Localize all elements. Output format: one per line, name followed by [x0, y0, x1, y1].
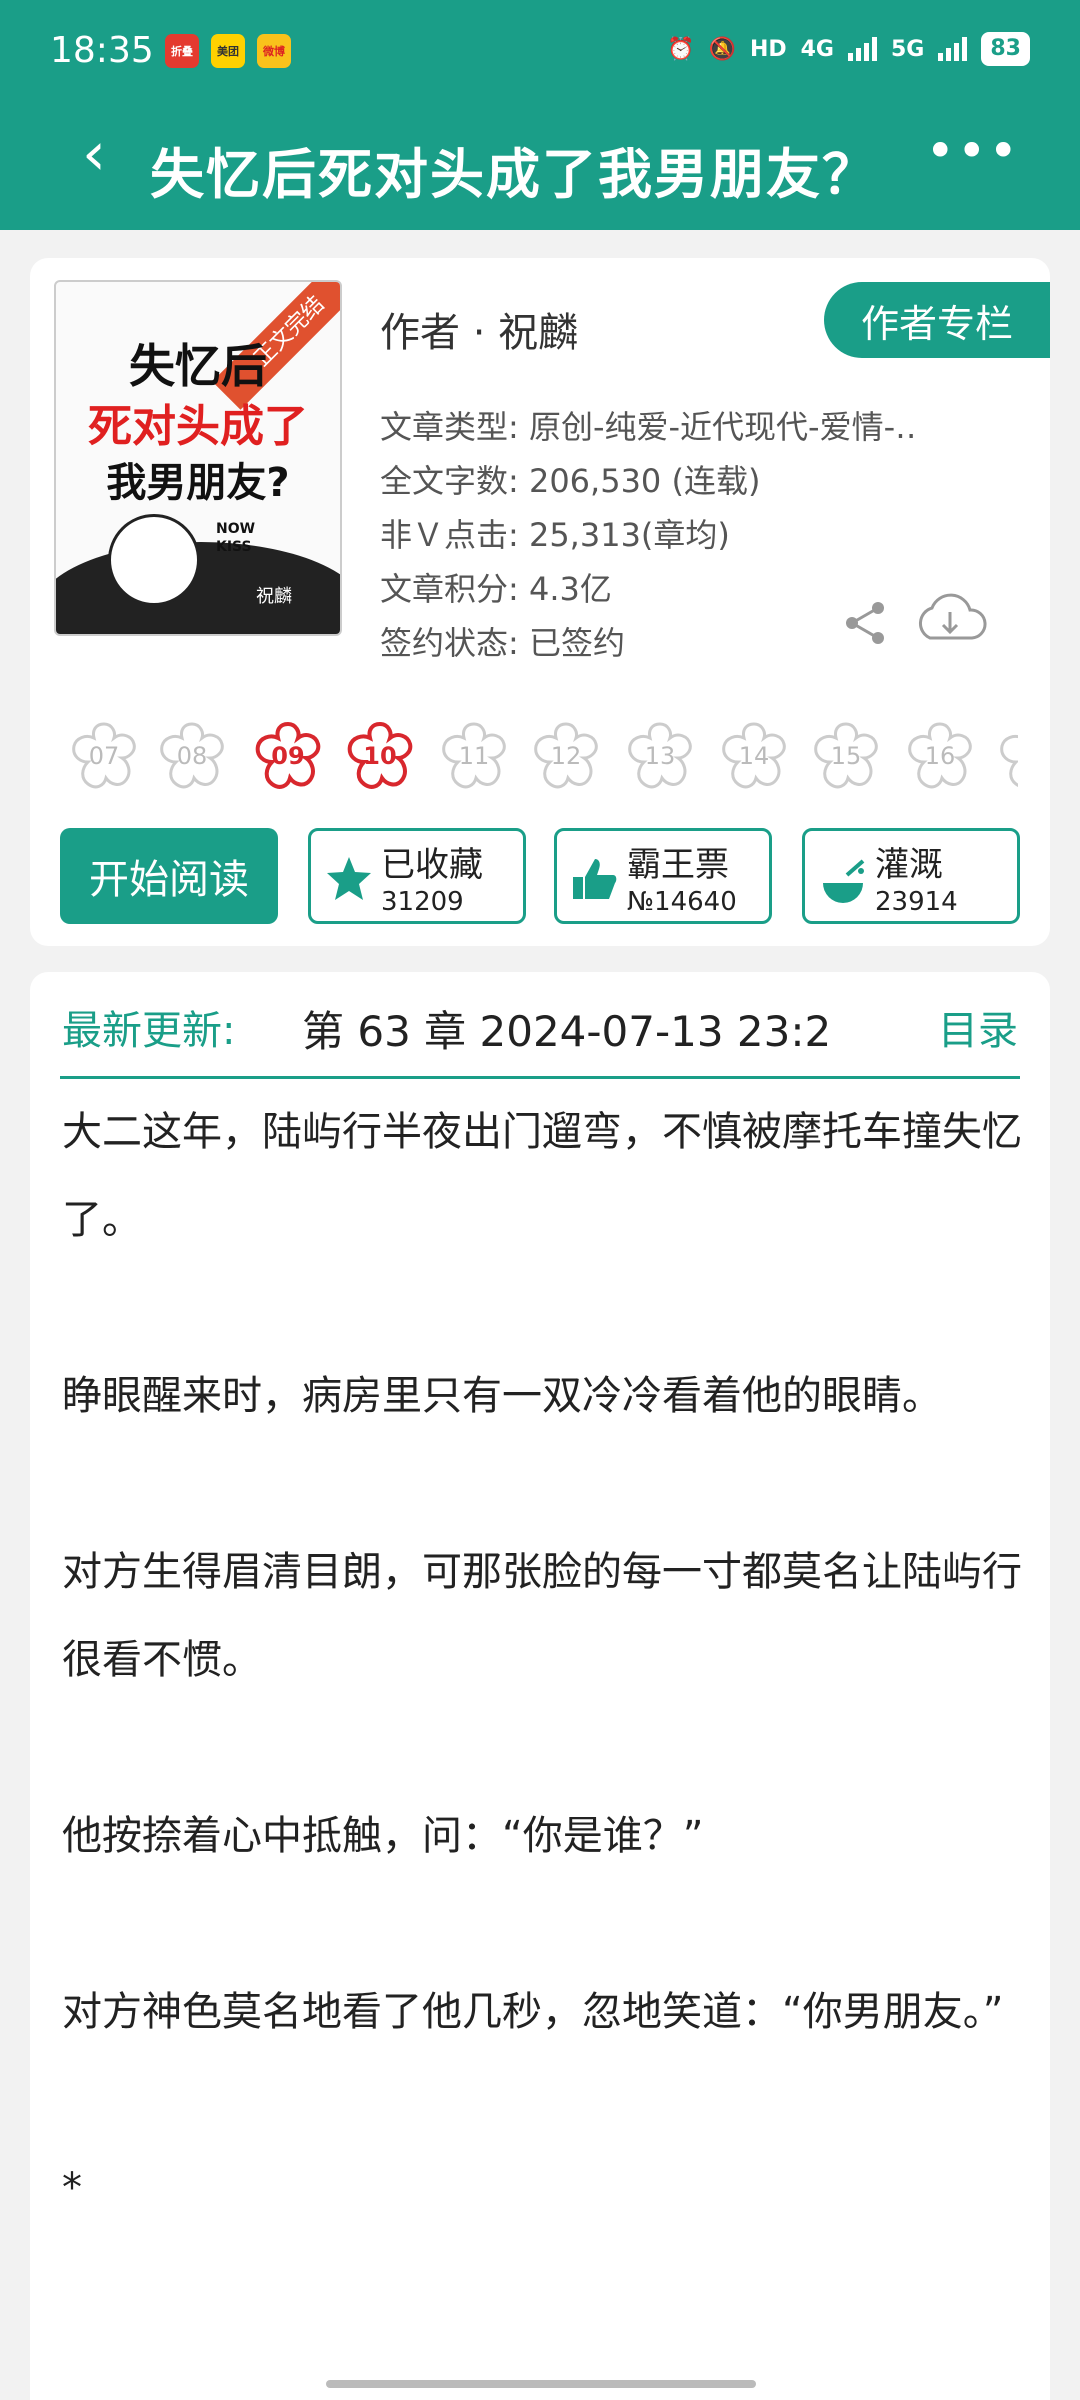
flower-11[interactable]: 11 — [436, 718, 512, 794]
cover-title-line2: 死对头成了 — [88, 401, 308, 452]
favorite-count: 31209 — [381, 887, 464, 917]
latest-update-marquee[interactable]: 第 63 章 2024-07-13 23:2 — [302, 998, 902, 1059]
vote-button[interactable]: 霸王票 №14640 — [554, 828, 772, 924]
watering-icon — [823, 859, 865, 903]
flower-14[interactable]: 14 — [716, 718, 792, 794]
star-icon — [327, 857, 371, 900]
flower-16-label: 16 — [924, 742, 956, 770]
vote-count: №14640 — [627, 887, 737, 917]
flower-16[interactable]: 16 — [902, 718, 978, 794]
meta-type: 文章类型: 原创-纯爱-近代现代-爱情-‥ — [380, 408, 917, 446]
signal-icon — [848, 37, 877, 61]
intro-paragraph: 对方神色莫名地看了他几秒，忽地笑道：“你男朋友。” — [62, 1989, 1004, 2035]
more-dots-icon[interactable]: ••• — [926, 122, 1020, 180]
start-reading-button[interactable]: 开始阅读 — [60, 828, 278, 924]
network-4g-label: 4G — [800, 36, 834, 62]
intro-card: 最新更新: 第 63 章 2024-07-13 23:2 目录 大二这年，陆屿行… — [30, 972, 1050, 2400]
flower-15-label: 15 — [830, 742, 862, 770]
intro-paragraph: 对方生得眉清目朗，可那张脸的每一寸都莫名让陆屿行很看不惯。 — [62, 1549, 1022, 1683]
cover-title-line3: 我男朋友? — [106, 460, 290, 506]
vote-label: 霸王票 — [627, 845, 729, 885]
intro-paragraph: 睁眼醒来时，病房里只有一双冷冷看着他的眼睛。 — [62, 1373, 942, 1419]
intro-paragraph: 大二这年，陆屿行半夜出门遛弯，不慎被摩托车撞失忆了。 — [62, 1109, 1022, 1243]
author-column-button[interactable]: 作者专栏 — [824, 282, 1050, 358]
intro-text: 大二这年，陆屿行半夜出门遛弯，不慎被摩托车撞失忆了。 睁眼醒来时，病房里只有一双… — [62, 1088, 1022, 2232]
flower-08-label: 08 — [176, 742, 208, 770]
signal-icon-2 — [938, 37, 968, 61]
notification-icons: 折叠 美团 微博 — [165, 34, 291, 68]
flower-partial — [994, 718, 1018, 794]
hd-icon: HD — [749, 36, 787, 62]
flower-07-label: 07 — [88, 742, 120, 770]
cover-title-line1: 失忆后 — [129, 339, 267, 393]
flower-15[interactable]: 15 — [808, 718, 884, 794]
back-chevron-icon[interactable]: ‹ — [82, 124, 106, 184]
flower-12-label: 12 — [550, 742, 582, 770]
favorite-button[interactable]: 已收藏 31209 — [308, 828, 526, 924]
thumbs-up-icon — [573, 859, 617, 899]
download-cloud-icon[interactable] — [910, 588, 990, 648]
water-count: 23914 — [875, 887, 958, 917]
home-indicator[interactable] — [326, 2380, 756, 2388]
app-notification-icon: 折叠 — [165, 34, 199, 68]
book-cover-image[interactable]: 正文完结 失忆后 死对头成了 我男朋友? NOW KISS 祝麟 — [54, 280, 342, 636]
flower-10-label: 10 — [363, 742, 397, 770]
network-5g-label: 5G — [891, 36, 925, 62]
cover-sticker-text: NOW KISS — [216, 521, 256, 555]
water-button[interactable]: 灌溉 23914 — [802, 828, 1020, 924]
latest-update-label: 最新更新: — [62, 1008, 236, 1054]
status-time: 18:35 — [50, 30, 154, 71]
water-label: 灌溉 — [875, 845, 943, 885]
table-of-contents-link[interactable]: 目录 — [938, 998, 1018, 1056]
app-header: ‹ 失忆后死对头成了我男朋友？ ••• — [0, 100, 1080, 230]
meta-words: 全文字数: 206,530 (连载) — [380, 462, 761, 500]
status-bar: 18:35 折叠 美团 微博 ⏰ 🔕 HD 4G 5G 83 — [0, 0, 1080, 100]
divider — [60, 1076, 1020, 1079]
flower-13-label: 13 — [644, 742, 676, 770]
author-name[interactable]: 作者 · 祝麟 — [380, 300, 578, 358]
favorite-label: 已收藏 — [381, 845, 483, 885]
flower-13[interactable]: 13 — [622, 718, 698, 794]
mute-icon: 🔕 — [708, 36, 736, 62]
flower-11-label: 11 — [458, 742, 490, 770]
cover-signature: 祝麟 — [256, 586, 292, 607]
share-icon[interactable] — [840, 598, 890, 648]
alarm-icon: ⏰ — [667, 36, 695, 62]
meituan-notification-icon: 美团 — [211, 34, 245, 68]
system-icons: ⏰ 🔕 HD 4G 5G 83 — [667, 32, 1030, 66]
flower-rating-row[interactable]: 07 08 09 10 11 12 13 14 15 16 — [66, 718, 1018, 798]
book-info-card: 正文完结 失忆后 死对头成了 我男朋友? NOW KISS 祝麟 作者 · 祝麟… — [30, 258, 1050, 946]
flower-12[interactable]: 12 — [528, 718, 604, 794]
flower-10[interactable]: 10 — [342, 718, 418, 794]
flower-14-label: 14 — [738, 742, 770, 770]
meta-clicks: 非Ｖ点击: 25,313(章均) — [380, 516, 730, 554]
flower-07[interactable]: 07 — [66, 718, 142, 794]
intro-paragraph: * — [62, 2165, 82, 2211]
flower-08[interactable]: 08 — [154, 718, 230, 794]
flower-09-label: 09 — [271, 742, 305, 770]
flower-09[interactable]: 09 — [250, 718, 326, 794]
page-title: 失忆后死对头成了我男朋友？ — [150, 143, 878, 206]
battery-icon: 83 — [981, 32, 1030, 66]
weibo-notification-icon: 微博 — [257, 34, 291, 68]
intro-paragraph: 他按捺着心中抵触，问：“你是谁？” — [62, 1813, 704, 1859]
cover-character — [108, 514, 200, 606]
